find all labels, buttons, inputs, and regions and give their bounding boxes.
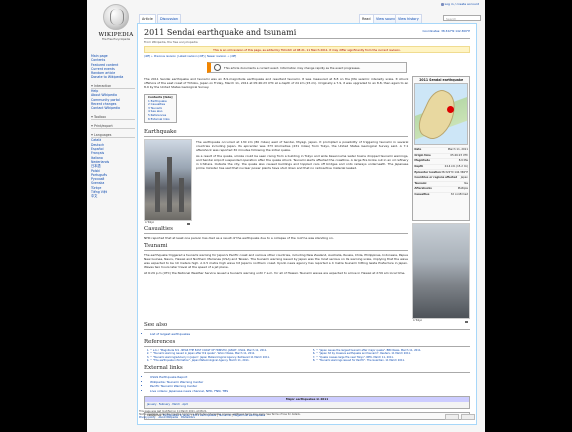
section-heading-see-also: See also [144,322,470,331]
infobox-key: Casualties [414,193,430,197]
building-shape [179,178,184,213]
chevron-down-icon [91,134,93,137]
tab-discussion[interactable]: Discussion [157,14,182,23]
search-input[interactable]: Search [443,15,481,21]
infobox-key: Date [414,148,422,152]
sidebar-nav-link[interactable]: Donate to Wikipedia [91,75,135,79]
tsunami-smoke-photo[interactable]: A Tokyo [412,223,470,324]
earthquake-paragraph-1: The earthquake occurred at 130 km (80 mi… [196,140,409,153]
infobox-value: 24.4 km (15.2 mi) [444,165,468,169]
page-footer: This page was last modified on 11 March … [139,410,475,420]
page-tabs: Article Discussion Read View source View… [139,14,481,23]
current-event-notice: This article documents a current event. … [207,62,407,73]
chevron-right-icon [91,115,93,118]
infobox-value: 38.322°N 142.369°E [441,170,468,174]
chevron-down-icon [91,84,93,87]
external-links-list: USGS Earthquake ReportWikipedia: Tsunami… [150,375,470,393]
section-heading-references: References [144,339,470,348]
sidebar: Main page Contents Featured content Current… [91,54,135,199]
tab-read[interactable]: Read [359,14,374,23]
see-also-list: List of largest earthquakes [150,332,470,336]
wikimedia-badge-icon[interactable] [445,414,459,420]
infobox-key: Countries or regions affected [414,176,458,180]
see-also-item[interactable]: List of largest earthquakes [150,332,470,336]
infobox-value: 32 confirmed [450,193,468,197]
article-content: 2011 Sendai earthquake and tsunami Coord… [137,23,477,425]
external-link-item[interactable]: Live videos: Japanese news channel, NHK,… [150,389,470,393]
lead-paragraph: The 2011 Sendai earthquake and tsunami w… [144,77,409,89]
infobox-value: Japan [460,176,468,180]
puzzle-globe-icon [103,4,129,30]
infobox-value: March 11, 2011 [447,148,468,152]
section-heading-external-links: External links [144,365,470,374]
revision-navigation[interactable]: (diff) ← Previous revision | Latest revi… [144,55,470,59]
footer-link[interactable]: About Wikipedia [158,416,178,419]
navbox-body[interactable]: January · February · March · April [145,401,469,408]
building-shape [167,157,172,213]
sidebar-heading-print[interactable]: Print/export [91,124,135,130]
reference-item[interactable]: ^ "The earthquake information". Japan Me… [150,359,304,362]
current-event-text: This article documents a current event. … [224,65,361,70]
reference-item[interactable]: ^ "Tsunami warnings issued for Pacific".… [316,359,470,362]
tokyo-smoke-photo[interactable]: A Tokyo [144,139,192,226]
clock-icon [214,64,221,71]
external-link-item[interactable]: Pacific Tsunami Warning Center [150,384,470,388]
tab-article[interactable]: Article [139,14,156,23]
tsunami-paragraph-1: The earthquake triggered a tsunami warni… [144,253,408,270]
infobox-value: Yes [463,181,468,185]
tab-view-history[interactable]: View history [395,14,422,23]
infobox-value: 05:46:23 UTC [450,153,468,157]
infobox-key: Magnitude [414,159,430,163]
building-shape [155,172,160,213]
table-of-contents: Contents [hide] 1 Earthquake 2 Casualties… [144,94,177,124]
tsunami-paragraph-2: At 6:29 p.m (UTC) the National Weather S… [144,271,406,276]
photo-caption: A Tokyo [145,221,155,225]
navbox: Major earthquakes in 2011 January · Febr… [144,395,470,409]
sidebar-interaction-link[interactable]: Contact Wikipedia [91,106,135,110]
chevron-right-icon [91,124,93,127]
footer-link[interactable]: Privacy policy [139,416,155,419]
infobox-value: Multiple [457,187,468,191]
section-heading-tsunami: Tsunami [144,243,408,252]
photo-caption: A Tokyo [413,319,423,323]
mediawiki-badge-icon[interactable] [461,414,475,420]
infobox-title: 2011 Sendai earthquake [419,78,464,82]
external-link-item[interactable]: USGS Earthquake Report [150,375,470,379]
infobox-key: Epicenter location [414,170,441,174]
infobox-row: Countries or regions affected Japan [414,174,468,181]
external-link-item[interactable]: Wikipedia: Tsunami Warning Center [150,380,470,384]
user-icon [440,2,444,6]
infobox-row: Epicenter location 38.322°N 142.369°E [414,169,468,175]
japan-land-shape [414,86,463,144]
infobox-key: Depth [414,165,424,169]
section-heading-casualties: Casualties [144,226,408,235]
references-list: ^ a b c "Magnitude 8.9 - NEAR THE EAST C… [144,349,470,362]
page-title: 2011 Sendai earthquake and tsunami [144,28,470,39]
site-subtitle: From Wikipedia, the free encyclopedia [144,40,198,44]
old-revision-notice: This is an old revision of this page, as… [144,46,470,53]
casualties-paragraph: NHK reported that at least one person ha… [144,236,334,241]
earthquake-infobox: 2011 Sendai earthquake Date March 11, 201… [412,76,470,222]
section-heading-earthquake: Earthquake [144,129,409,138]
logo-tagline: The Free Encyclopedia [101,38,131,41]
toc-item[interactable]: 6 External links [148,117,173,122]
epicenter-map[interactable] [414,83,468,145]
enlarge-icon[interactable] [187,223,190,226]
footer-link[interactable]: Disclaimers [181,416,195,419]
coordinates-link[interactable]: Coordinates: 38.322°N 142.369°E [422,29,470,33]
infobox-key: Origin time [414,153,431,157]
sidebar-heading-toolbox[interactable]: Toolbox [91,115,135,120]
enlarge-icon[interactable] [465,321,468,324]
login-link[interactable]: Log in / create account [445,2,479,6]
infobox-key: Tsunami [414,181,427,185]
wikipedia-logo[interactable]: WIKIPEDIA The Free Encyclopedia [97,4,135,48]
infobox-value: 8.9 Mw [458,159,468,163]
personal-tools[interactable]: Log in / create account [440,2,479,6]
browser-screenshot: Log in / create account WIKIPEDIA The Fr… [87,0,485,432]
sidebar-language-link[interactable]: 中文 [91,194,135,198]
infobox-key: Aftershocks [414,187,432,191]
earthquake-paragraph-2: As a result of the quake, smoke could be… [196,154,409,171]
infobox-row: Casualties 32 confirmed [414,191,468,198]
